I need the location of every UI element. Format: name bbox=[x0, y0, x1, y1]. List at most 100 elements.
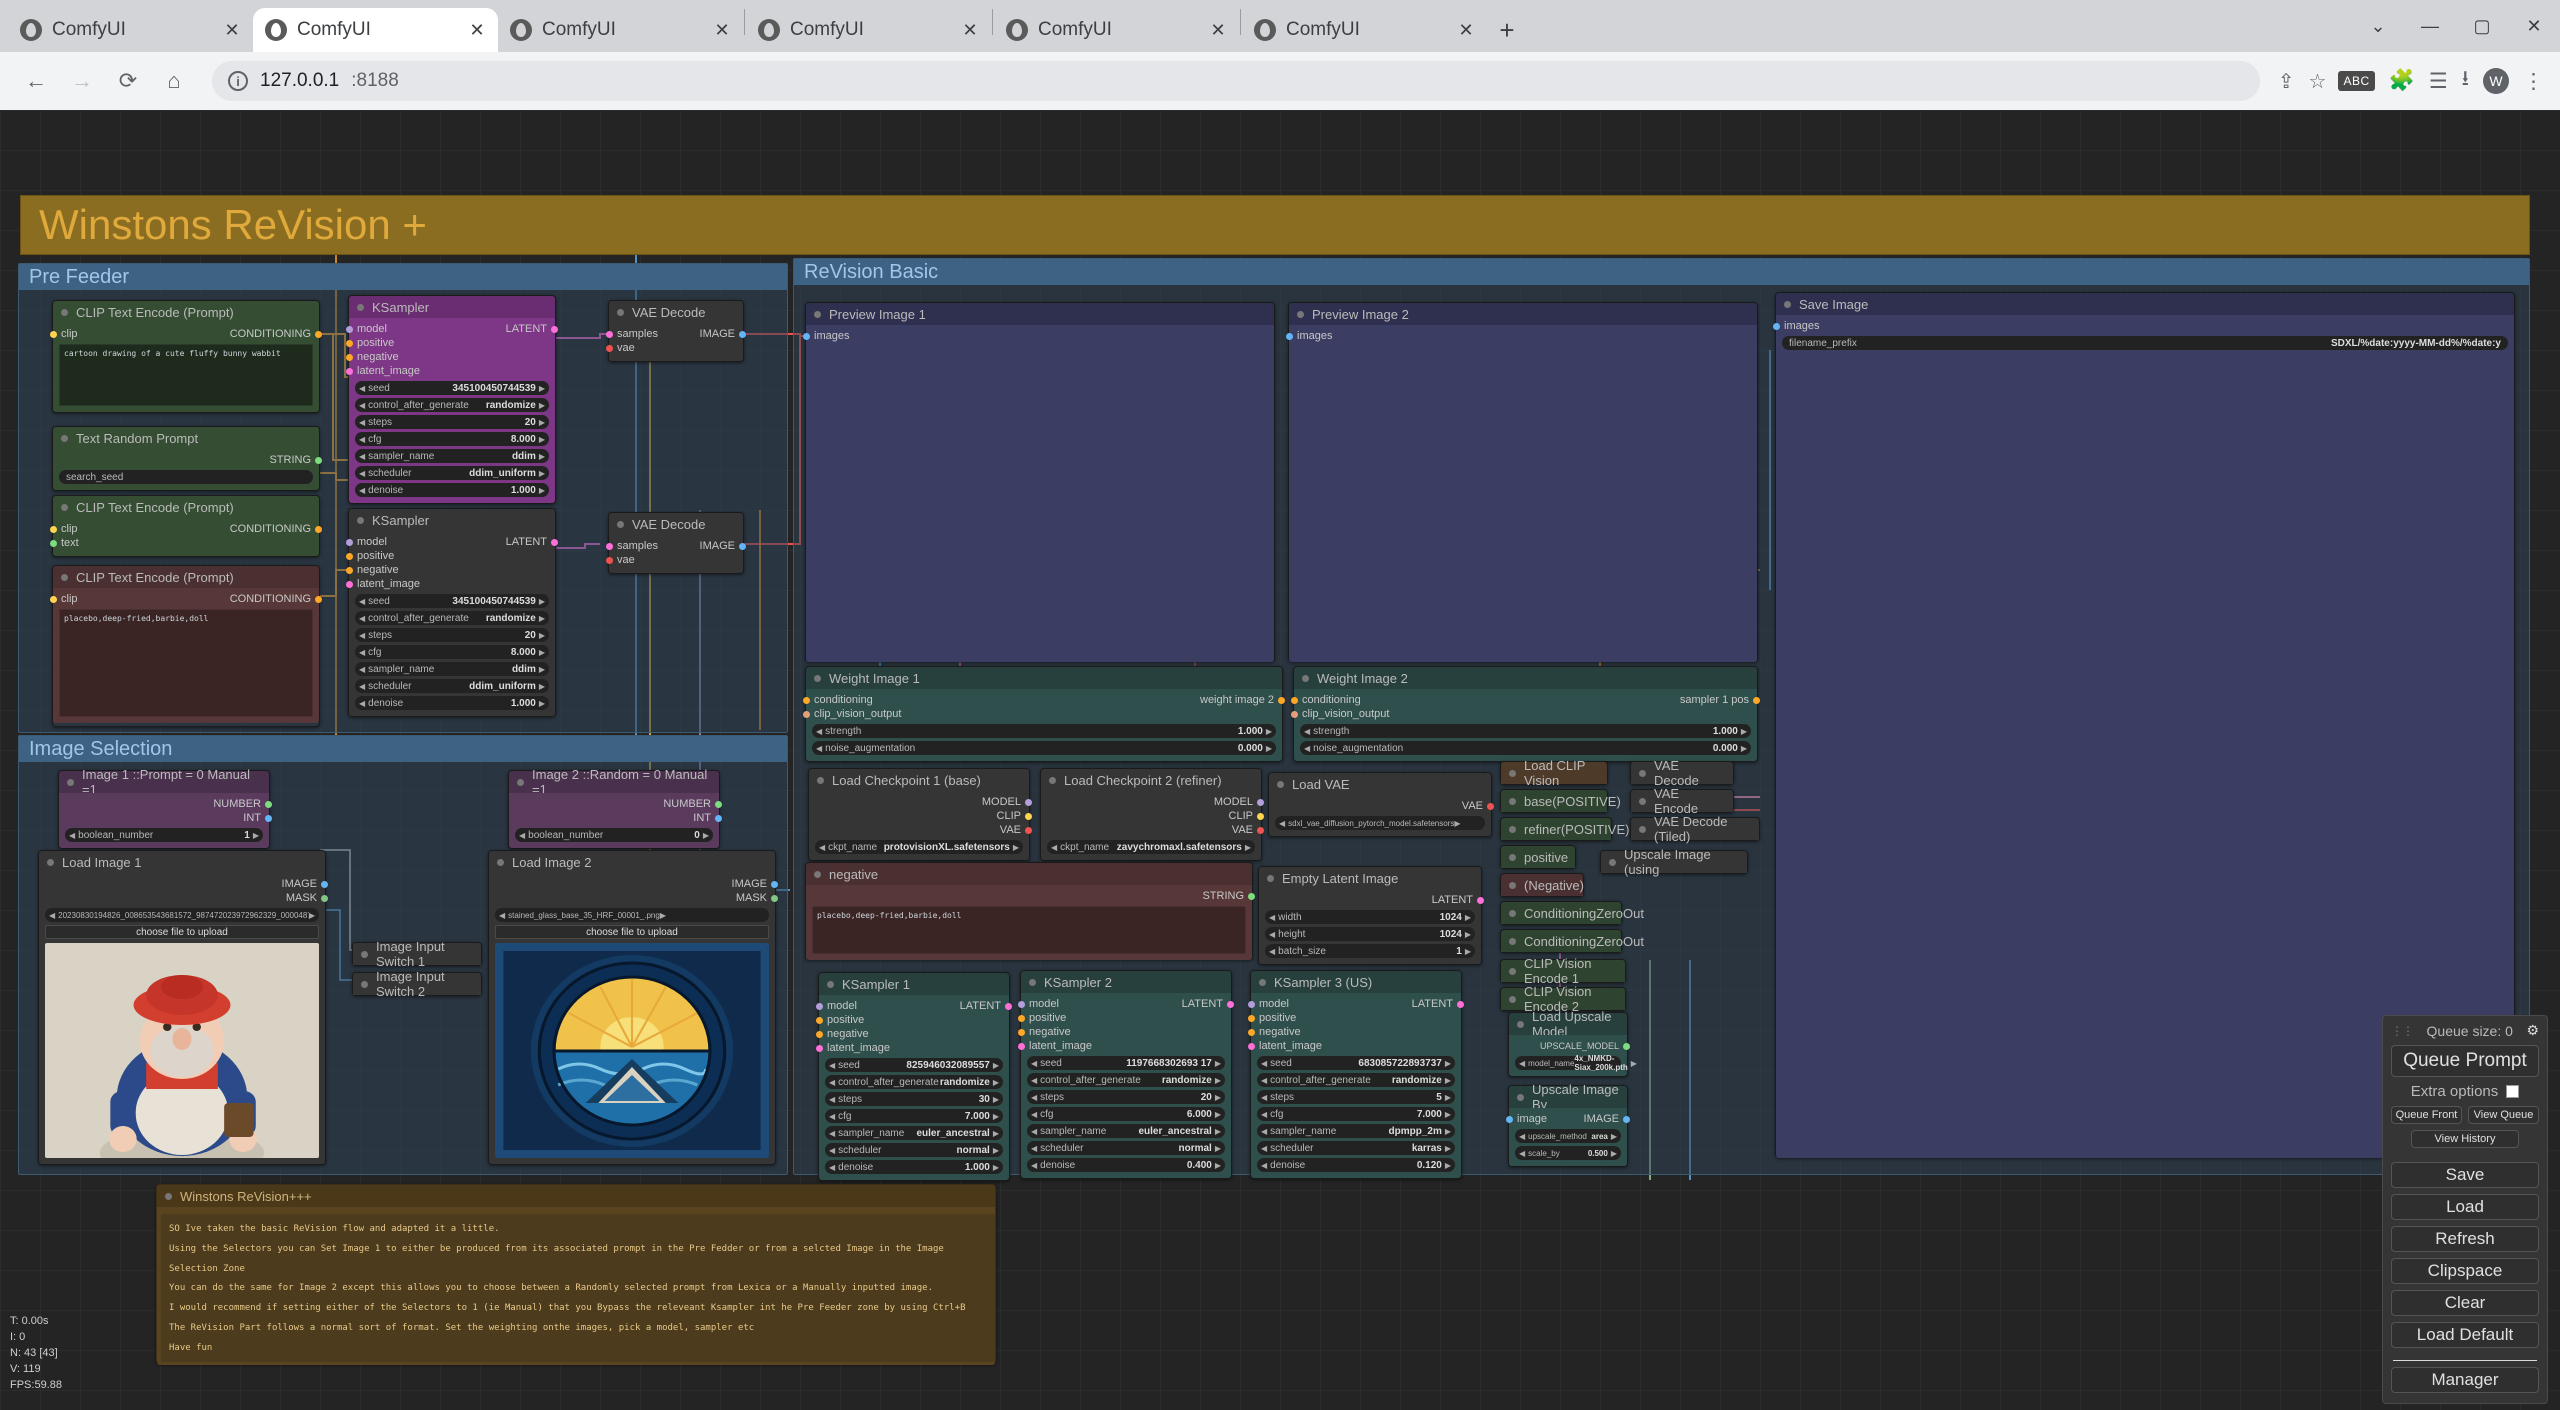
queue-prompt-button[interactable]: Queue Prompt bbox=[2391, 1045, 2539, 1077]
output-dot[interactable] bbox=[1623, 1115, 1630, 1123]
port-clip-out[interactable]: CLIP bbox=[1047, 809, 1264, 823]
input-dot[interactable] bbox=[606, 330, 613, 338]
node-ksampler-3[interactable]: KSampler 3 (US) model LATENT positive neg… bbox=[1248, 970, 1464, 1179]
prompt-textarea[interactable]: cartoon drawing of a cute fluffy bunny w… bbox=[59, 344, 313, 406]
port-positive[interactable]: positive bbox=[1248, 1011, 1455, 1025]
load-button[interactable]: Load bbox=[2391, 1194, 2539, 1220]
port-model[interactable]: model LATENT bbox=[816, 999, 1012, 1013]
widget-steps[interactable]: ◀ steps 20 ▶ bbox=[355, 628, 549, 642]
port-clip[interactable]: clip CONDITIONING bbox=[50, 592, 322, 606]
port-vae-out[interactable]: VAE bbox=[1047, 823, 1264, 837]
browser-menu-icon[interactable]: ⋮ bbox=[2523, 69, 2544, 94]
port-vae-out[interactable]: VAE bbox=[1275, 799, 1494, 813]
widget-cfg[interactable]: ◀ cfg 8.000 ▶ bbox=[355, 432, 549, 446]
port-number-out[interactable]: NUMBER bbox=[65, 797, 272, 811]
node-load-vae[interactable]: Load VAE VAE ◀ sdxl_vae_diffusion_pytorch… bbox=[1268, 772, 1494, 837]
upload-image-button[interactable]: choose file to upload bbox=[45, 925, 319, 939]
input-dot[interactable] bbox=[606, 344, 613, 352]
port-negative[interactable]: negative bbox=[1248, 1025, 1455, 1039]
node-collapse-icon[interactable] bbox=[497, 858, 504, 866]
save-button[interactable]: Save bbox=[2391, 1162, 2539, 1188]
input-dot[interactable] bbox=[50, 539, 57, 547]
output-dot[interactable] bbox=[739, 330, 746, 338]
port-vae[interactable]: vae bbox=[606, 553, 737, 567]
output-dot[interactable] bbox=[1025, 826, 1032, 834]
input-dot[interactable] bbox=[803, 710, 810, 718]
browser-tab-1[interactable]: ComfyUI ✕ bbox=[8, 8, 253, 52]
output-dot[interactable] bbox=[1487, 802, 1494, 810]
port-negative[interactable]: negative bbox=[816, 1027, 1003, 1041]
download-icon[interactable]: ⭳ bbox=[2462, 64, 2469, 99]
maximize-icon[interactable]: ▢ bbox=[2456, 0, 2508, 52]
node-collapse-icon[interactable] bbox=[1267, 874, 1274, 882]
node-collapse-icon[interactable] bbox=[1277, 780, 1284, 788]
node-collapse-icon[interactable] bbox=[61, 573, 68, 581]
browser-tab-5[interactable]: ComfyUI ✕ bbox=[994, 8, 1239, 52]
node-collapse-icon[interactable] bbox=[357, 303, 364, 311]
widget-model-name[interactable]: ◀ model_name 4x_NMKD-Siax_200k.pth ▶ bbox=[1515, 1054, 1637, 1072]
node-load-upscale-model[interactable]: Load Upscale Model UPSCALE_MODEL ◀ model_… bbox=[1508, 1009, 1637, 1077]
port-negative[interactable]: negative bbox=[346, 563, 549, 577]
node-collapse-icon[interactable] bbox=[1609, 858, 1616, 866]
node-collapse-icon[interactable] bbox=[1509, 769, 1516, 777]
port-model[interactable]: model LATENT bbox=[346, 322, 558, 336]
port-latent-image[interactable]: latent_image bbox=[816, 1041, 1003, 1055]
widget-height[interactable]: ◀ height 1024 ▶ bbox=[1265, 927, 1475, 941]
node-upscale-image-using[interactable]: Upscale Image (using bbox=[1600, 847, 1748, 877]
node-load-image-2[interactable]: Load Image 2 IMAGE MASK ◀ stained_glass_b… bbox=[488, 850, 778, 1165]
widget-search-seed[interactable]: search_seed bbox=[59, 470, 313, 484]
output-dot[interactable] bbox=[321, 894, 328, 902]
port-string-out[interactable]: STRING bbox=[59, 453, 322, 467]
node-collapse-icon[interactable] bbox=[814, 310, 821, 318]
widget-steps[interactable]: ◀ steps 30 ▶ bbox=[825, 1092, 1003, 1106]
port-model[interactable]: model LATENT bbox=[1018, 997, 1234, 1011]
input-dot[interactable] bbox=[1506, 1115, 1513, 1123]
node-collapse-icon[interactable] bbox=[814, 674, 821, 682]
node-preview-image-2[interactable]: Preview Image 2 images bbox=[1286, 302, 1758, 662]
input-dot[interactable] bbox=[1286, 332, 1293, 340]
output-dot[interactable] bbox=[315, 595, 322, 603]
widget-control-after-generate[interactable]: ◀ control_after_generate randomize ▶ bbox=[355, 611, 549, 625]
extra-options-checkbox[interactable] bbox=[2506, 1085, 2520, 1098]
extra-options-row[interactable]: Extra options bbox=[2391, 1083, 2539, 1100]
port-conditioning[interactable]: conditioning weight image 2 bbox=[803, 693, 1285, 707]
port-image[interactable]: image IMAGE bbox=[1506, 1112, 1630, 1126]
port-samples[interactable]: samples IMAGE bbox=[606, 327, 746, 341]
input-dot[interactable] bbox=[346, 325, 353, 333]
port-text[interactable]: text bbox=[50, 536, 313, 550]
drag-handle-icon[interactable]: ⋮⋮ bbox=[2391, 1024, 2414, 1038]
node-collapse-icon[interactable] bbox=[61, 308, 68, 316]
node-collapse-icon[interactable] bbox=[1259, 978, 1266, 986]
widget-seed[interactable]: ◀ seed 683085722893737 ▶ bbox=[1257, 1056, 1455, 1070]
node-collapse-icon[interactable] bbox=[1509, 937, 1516, 945]
close-icon[interactable]: ✕ bbox=[1457, 20, 1475, 41]
output-dot[interactable] bbox=[315, 330, 322, 338]
port-clip[interactable]: clip CONDITIONING bbox=[50, 522, 322, 536]
node-conditioning-zero-out-1[interactable]: ConditioningZeroOut bbox=[1500, 901, 1644, 925]
node-image-selector-1[interactable]: Image 1 ::Prompt = 0 Manual =1 NUMBER IN… bbox=[58, 767, 272, 849]
manager-button[interactable]: Manager bbox=[2391, 1367, 2539, 1393]
widget-steps[interactable]: ◀ steps 5 ▶ bbox=[1257, 1090, 1455, 1104]
port-vae[interactable]: vae bbox=[606, 341, 737, 355]
output-dot[interactable] bbox=[315, 525, 322, 533]
browser-tab-4[interactable]: ComfyUI ✕ bbox=[746, 8, 991, 52]
node-vae-decode-tiled[interactable]: VAE Decode (Tiled) bbox=[1630, 814, 1760, 844]
output-dot[interactable] bbox=[1257, 812, 1264, 820]
node-upscale-image-by[interactable]: Upscale Image By image IMAGE ◀ upscale_met… bbox=[1506, 1082, 1630, 1167]
node-text-random-prompt[interactable]: Text Random Prompt STRING search_seed bbox=[52, 426, 322, 491]
widget-cfg[interactable]: ◀ cfg 7.000 ▶ bbox=[1257, 1107, 1455, 1121]
widget-seed[interactable]: ◀ seed 825946032089557 ▶ bbox=[825, 1058, 1003, 1072]
port-positive[interactable]: positive bbox=[346, 336, 549, 350]
close-icon[interactable]: ✕ bbox=[468, 20, 486, 41]
widget-denoise[interactable]: ◀ denoise 1.000 ▶ bbox=[825, 1160, 1003, 1174]
input-dot[interactable] bbox=[1018, 1000, 1025, 1008]
node-weight-image-1[interactable]: Weight Image 1 conditioning weight image … bbox=[803, 666, 1285, 762]
input-dot[interactable] bbox=[606, 542, 613, 550]
input-dot[interactable] bbox=[346, 538, 353, 546]
close-icon[interactable]: ✕ bbox=[961, 20, 979, 41]
output-dot[interactable] bbox=[551, 325, 558, 333]
input-dot[interactable] bbox=[50, 330, 57, 338]
node-ksampler-prefeeder-b[interactable]: KSampler model LATENT positive negative l… bbox=[346, 508, 558, 717]
node-clip-text-encode-1[interactable]: CLIP Text Encode (Prompt) clip CONDITIONI… bbox=[50, 300, 322, 413]
node-collapse-icon[interactable] bbox=[67, 778, 74, 786]
